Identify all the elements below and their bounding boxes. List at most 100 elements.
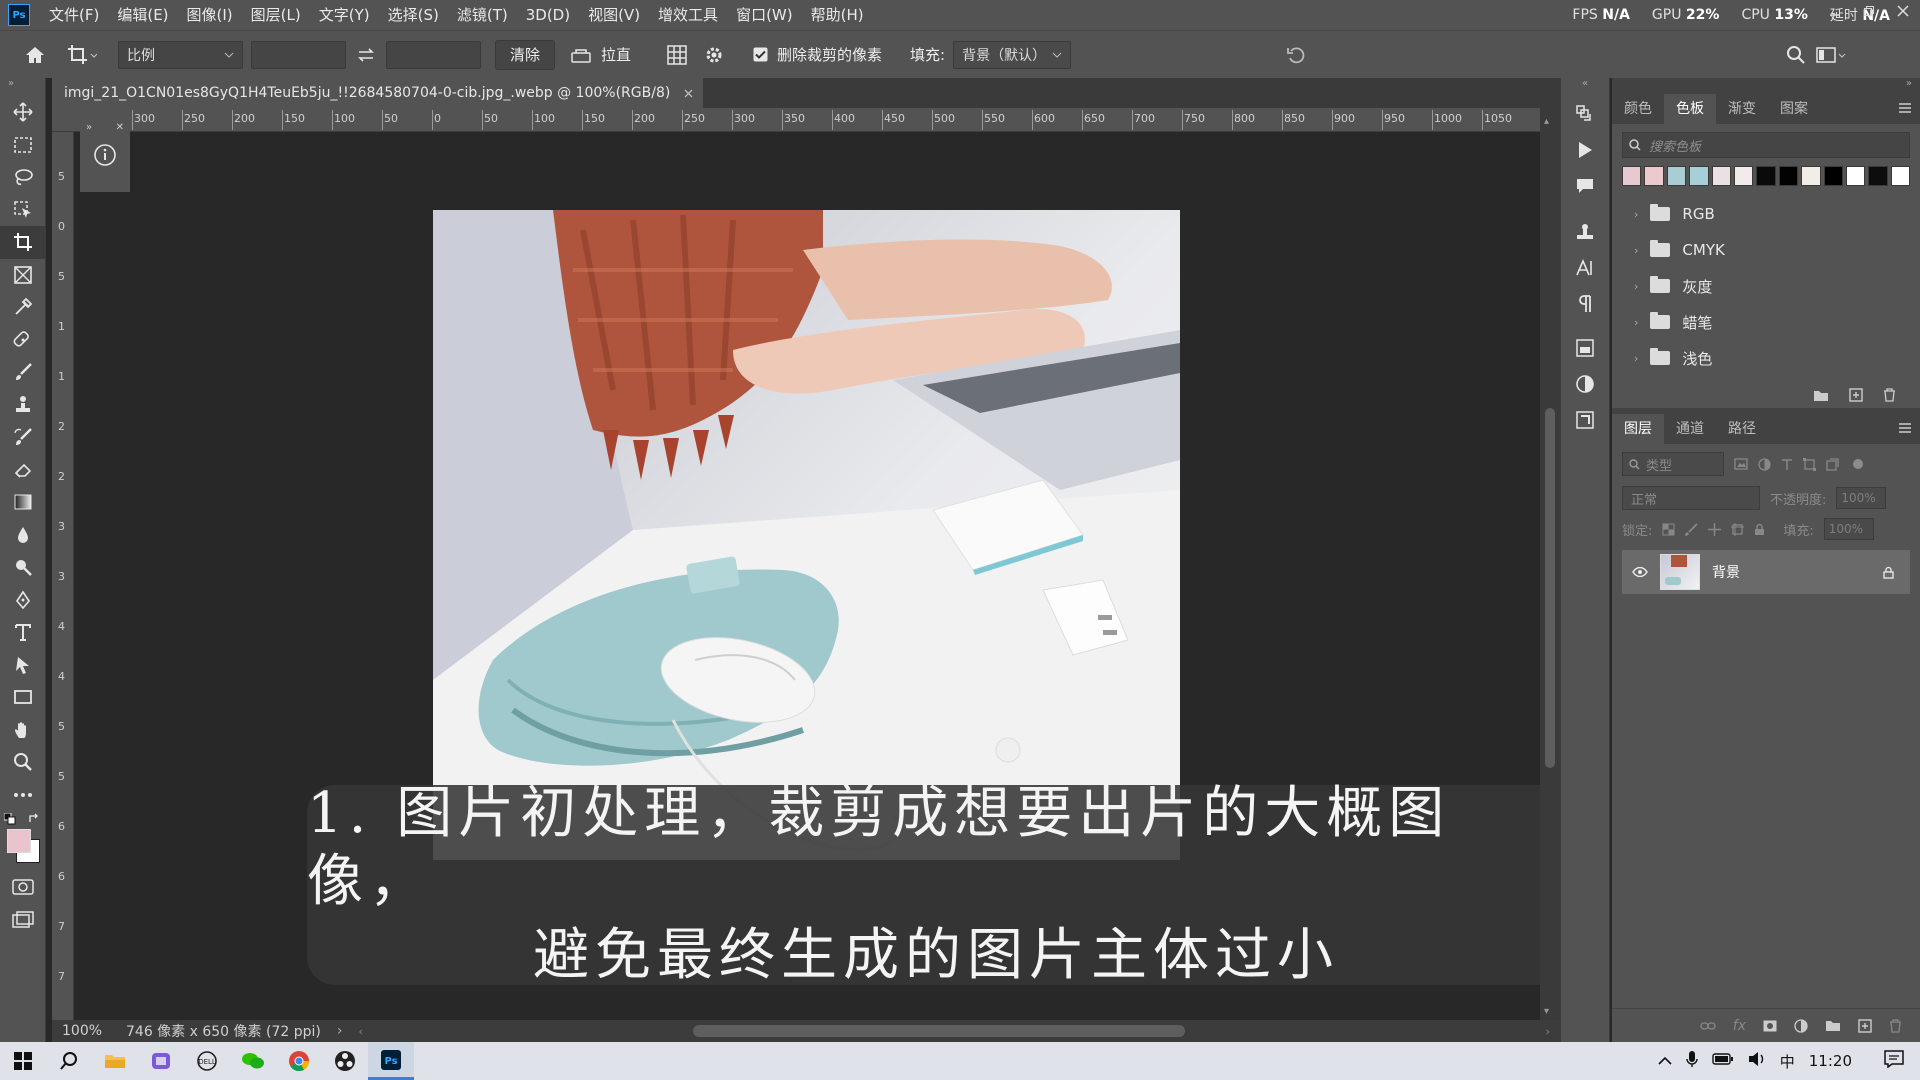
- minimize-icon[interactable]: [1818, 0, 1852, 22]
- color-swatch[interactable]: [1622, 166, 1642, 186]
- comments-icon[interactable]: [1561, 168, 1609, 204]
- swap-colors-icon[interactable]: [28, 813, 40, 825]
- toolbar-collapse-icon[interactable]: »: [0, 78, 45, 96]
- scroll-up-icon[interactable]: ▴: [1544, 116, 1556, 127]
- menu-file[interactable]: 文件(F): [40, 0, 108, 30]
- menu-filter[interactable]: 滤镜(T): [448, 0, 517, 30]
- lock-position-icon[interactable]: [1708, 522, 1722, 536]
- tab-paths[interactable]: 路径: [1716, 414, 1768, 444]
- opacity-input[interactable]: 100%: [1836, 487, 1887, 509]
- obs-icon[interactable]: [322, 1042, 368, 1080]
- frame-tool[interactable]: [0, 259, 46, 292]
- marquee-tool[interactable]: [0, 129, 46, 162]
- zoom-level[interactable]: 100%: [52, 1023, 114, 1039]
- panel-menu-icon[interactable]: [1898, 102, 1912, 114]
- default-colors-icon[interactable]: [4, 813, 16, 825]
- menu-window[interactable]: 窗口(W): [727, 0, 802, 30]
- color-swatch[interactable]: [1845, 166, 1866, 186]
- type-tool[interactable]: [0, 616, 46, 649]
- panel-menu-icon[interactable]: [1898, 422, 1912, 434]
- menu-edit[interactable]: 编辑(E): [108, 0, 177, 30]
- file-explorer-icon[interactable]: [92, 1042, 138, 1080]
- more-tools-icon[interactable]: [0, 779, 46, 812]
- microphone-icon[interactable]: [1686, 1050, 1698, 1072]
- tab-patterns[interactable]: 图案: [1768, 94, 1820, 124]
- battery-icon[interactable]: [1712, 1052, 1734, 1070]
- blend-mode-dropdown[interactable]: 正常: [1622, 486, 1760, 510]
- color-swatch[interactable]: [1711, 166, 1731, 186]
- color-swatch[interactable]: [1823, 166, 1843, 186]
- foreground-color-swatch[interactable]: [7, 829, 31, 853]
- panel-expand-icon[interactable]: »: [86, 122, 92, 133]
- eraser-tool[interactable]: [0, 454, 46, 487]
- glyphs-icon[interactable]: [1561, 214, 1609, 250]
- trash-icon[interactable]: [1883, 388, 1896, 402]
- color-swatch[interactable]: [1644, 166, 1664, 186]
- notification-icon[interactable]: [1884, 1050, 1904, 1072]
- adjustments-icon[interactable]: [1561, 366, 1609, 402]
- new-group-icon[interactable]: [1825, 1019, 1841, 1032]
- home-icon[interactable]: [12, 32, 58, 78]
- crop-tool[interactable]: [0, 226, 46, 259]
- tab-color[interactable]: 颜色: [1612, 94, 1664, 124]
- tray-expand-icon[interactable]: [1658, 1052, 1672, 1070]
- search-icon[interactable]: [1781, 45, 1811, 65]
- ratio-height-input[interactable]: [386, 40, 481, 69]
- tab-swatches[interactable]: 色板: [1664, 94, 1716, 124]
- color-swatch[interactable]: [1890, 166, 1911, 186]
- ime-indicator[interactable]: 中: [1780, 1051, 1795, 1072]
- fill-input[interactable]: 100%: [1823, 518, 1874, 540]
- libraries-icon[interactable]: [1561, 330, 1609, 366]
- filter-shape-icon[interactable]: [1803, 457, 1816, 471]
- pen-tool[interactable]: [0, 584, 46, 617]
- panel-dock-collapse-icon[interactable]: »: [1612, 78, 1920, 94]
- color-swatch[interactable]: [1801, 166, 1821, 186]
- gradient-tool[interactable]: [0, 486, 46, 519]
- reset-icon[interactable]: [1281, 45, 1311, 65]
- menu-type[interactable]: 文字(Y): [310, 0, 379, 30]
- vertical-scroll-thumb[interactable]: [1545, 408, 1555, 768]
- fx-icon[interactable]: fx: [1733, 1018, 1746, 1034]
- menu-help[interactable]: 帮助(H): [802, 0, 873, 30]
- color-swatch[interactable]: [1689, 166, 1709, 186]
- rectangle-tool[interactable]: [0, 681, 46, 714]
- move-tool[interactable]: [0, 96, 46, 129]
- hand-tool[interactable]: [0, 714, 46, 747]
- trash-icon[interactable]: [1889, 1018, 1902, 1033]
- menu-plugins[interactable]: 增效工具: [649, 0, 727, 30]
- healing-brush-tool[interactable]: [0, 324, 46, 357]
- new-layer-icon[interactable]: [1858, 1018, 1872, 1033]
- new-group-folder-icon[interactable]: [1813, 388, 1829, 402]
- brush-tool[interactable]: [0, 356, 46, 389]
- clone-stamp-tool[interactable]: [0, 389, 46, 422]
- color-swatch[interactable]: [1778, 166, 1799, 186]
- swap-ratio-icon[interactable]: [346, 47, 386, 63]
- eyedropper-tool[interactable]: [0, 291, 46, 324]
- lock-all-icon[interactable]: [1754, 523, 1765, 536]
- filter-pixel-icon[interactable]: [1734, 458, 1748, 470]
- overlay-grid-icon[interactable]: [657, 44, 697, 65]
- filter-adjustment-icon[interactable]: [1758, 457, 1771, 471]
- status-menu-chevron-icon[interactable]: ›: [337, 1023, 343, 1039]
- chrome-icon[interactable]: [276, 1042, 322, 1080]
- panel-close-icon[interactable]: ✕: [116, 122, 124, 133]
- history-panel-icon[interactable]: [1561, 96, 1609, 132]
- lock-transparent-icon[interactable]: [1662, 523, 1675, 536]
- dodge-tool[interactable]: [0, 551, 46, 584]
- delete-cropped-checkbox[interactable]: [749, 44, 771, 66]
- swatch-search-field[interactable]: 搜索色板: [1622, 132, 1910, 158]
- document-tab[interactable]: imgi_21_O1CN01es8GyQ1H4TeuEb5ju_!!268458…: [52, 78, 704, 108]
- swatch-group-pastel[interactable]: › 蜡笔: [1622, 304, 1910, 340]
- blur-tool[interactable]: [0, 519, 46, 552]
- filter-type-icon[interactable]: [1781, 458, 1793, 471]
- vertical-scrollbar[interactable]: ▴ ▾: [1540, 108, 1560, 1020]
- straighten-label[interactable]: 拉直: [601, 44, 631, 65]
- windows-start-icon[interactable]: [0, 1042, 46, 1080]
- hscroll-right-icon[interactable]: ›: [1546, 1025, 1550, 1038]
- photoshop-taskbar-icon[interactable]: Ps: [368, 1042, 414, 1080]
- horizontal-scroll-thumb[interactable]: [692, 1025, 1185, 1037]
- properties-icon[interactable]: [1561, 402, 1609, 438]
- actions-play-icon[interactable]: [1561, 132, 1609, 168]
- filter-toggle[interactable]: [1853, 459, 1863, 469]
- swatch-group-rgb[interactable]: › RGB: [1622, 196, 1910, 232]
